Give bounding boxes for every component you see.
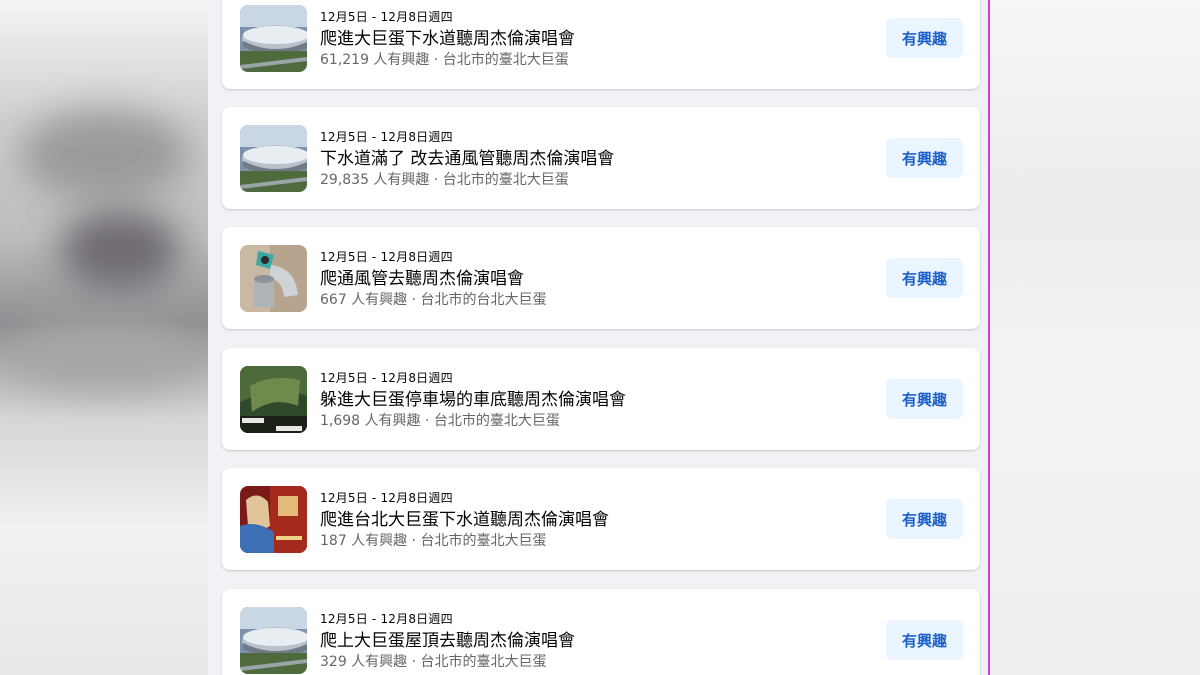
event-title[interactable]: 躲進大巨蛋停車場的車底聽周杰倫演唱會	[320, 385, 626, 410]
interested-button[interactable]: 有興趣	[886, 18, 963, 58]
event-date: 12月5日 - 12月8日週四	[320, 250, 453, 264]
event-date: 12月5日 - 12月8日週四	[320, 371, 453, 385]
event-meta: 187 人有興趣 · 台北市的臺北大巨蛋	[320, 533, 547, 549]
air-duct-photo-icon	[240, 245, 307, 312]
event-date: 12月5日 - 12月8日週四	[320, 10, 453, 24]
dome-photo-icon	[240, 607, 307, 674]
event-title[interactable]: 爬上大巨蛋屋頂去聽周杰倫演唱會	[320, 626, 575, 651]
event-meta: 61,219 人有興趣 · 台北市的臺北大巨蛋	[320, 52, 569, 68]
blurred-background-right	[990, 0, 1200, 675]
event-thumbnail-dome[interactable]	[240, 125, 307, 192]
event-card[interactable]: 12月5日 - 12月8日週四 爬進大巨蛋下水道聽周杰倫演唱會 61,219 人…	[222, 0, 980, 89]
event-title[interactable]: 下水道滿了 改去通風管聽周杰倫演唱會	[320, 144, 614, 169]
event-meta: 29,835 人有興趣 · 台北市的臺北大巨蛋	[320, 172, 569, 188]
dome-photo-icon	[240, 5, 307, 72]
interested-button[interactable]: 有興趣	[886, 499, 963, 539]
interested-button[interactable]: 有興趣	[886, 620, 963, 660]
event-card[interactable]: 12月5日 - 12月8日週四 下水道滿了 改去通風管聽周杰倫演唱會 29,83…	[222, 107, 980, 209]
interested-button[interactable]: 有興趣	[886, 258, 963, 298]
event-date: 12月5日 - 12月8日週四	[320, 612, 453, 626]
blurred-background-left	[0, 0, 208, 675]
interested-button[interactable]: 有興趣	[886, 138, 963, 178]
event-meta: 667 人有興趣 · 台北市的台北大巨蛋	[320, 292, 547, 308]
event-title[interactable]: 爬進大巨蛋下水道聽周杰倫演唱會	[320, 24, 575, 49]
event-thumbnail-poster[interactable]	[240, 486, 307, 553]
event-meta: 1,698 人有興趣 · 台北市的臺北大巨蛋	[320, 413, 560, 429]
car-underside-photo-icon	[240, 366, 307, 433]
event-card[interactable]: 12月5日 - 12月8日週四 躲進大巨蛋停車場的車底聽周杰倫演唱會 1,698…	[222, 348, 980, 450]
concert-poster-icon	[240, 486, 307, 553]
event-card[interactable]: 12月5日 - 12月8日週四 爬上大巨蛋屋頂去聽周杰倫演唱會 329 人有興趣…	[222, 589, 980, 675]
event-feed: 12月5日 - 12月8日週四 爬進大巨蛋下水道聽周杰倫演唱會 61,219 人…	[208, 0, 988, 675]
event-title[interactable]: 爬進台北大巨蛋下水道聽周杰倫演唱會	[320, 505, 609, 530]
event-thumbnail-dome[interactable]	[240, 607, 307, 674]
event-thumbnail-dome[interactable]	[240, 5, 307, 72]
event-thumbnail-car[interactable]	[240, 366, 307, 433]
event-card[interactable]: 12月5日 - 12月8日週四 爬通風管去聽周杰倫演唱會 667 人有興趣 · …	[222, 227, 980, 329]
event-date: 12月5日 - 12月8日週四	[320, 491, 453, 505]
event-thumbnail-duct[interactable]	[240, 245, 307, 312]
event-meta: 329 人有興趣 · 台北市的臺北大巨蛋	[320, 654, 547, 670]
event-title[interactable]: 爬通風管去聽周杰倫演唱會	[320, 264, 524, 289]
dome-photo-icon	[240, 125, 307, 192]
vertical-divider	[988, 0, 990, 675]
event-date: 12月5日 - 12月8日週四	[320, 130, 453, 144]
event-card[interactable]: 12月5日 - 12月8日週四 爬進台北大巨蛋下水道聽周杰倫演唱會 187 人有…	[222, 468, 980, 570]
interested-button[interactable]: 有興趣	[886, 379, 963, 419]
